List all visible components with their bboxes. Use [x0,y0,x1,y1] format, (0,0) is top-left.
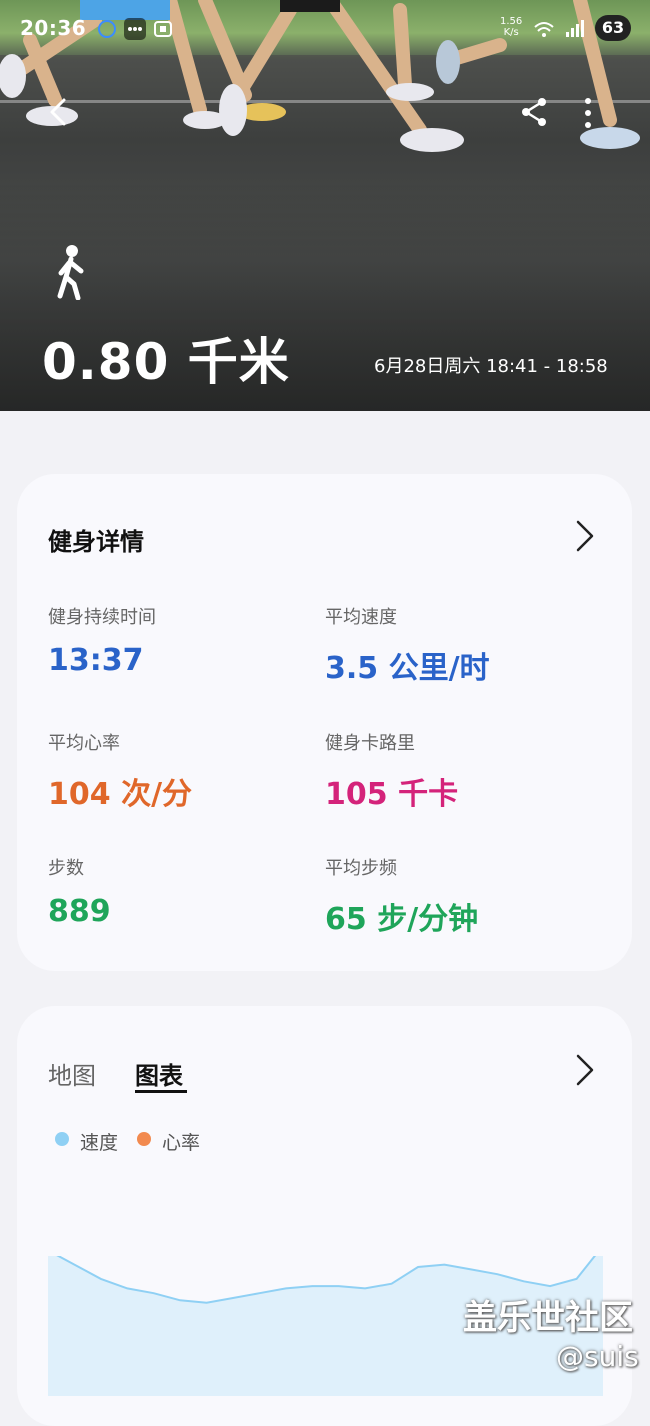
details-title: 健身详情 [48,528,144,556]
workout-details-card[interactable]: 健身详情 健身持续时间 13:37 平均速度 3.5 公里/时 平均心率 104… [17,474,632,971]
share-button[interactable] [518,96,550,132]
metric-label: 健身持续时间 [48,607,156,628]
chevron-right-icon [576,1054,594,1086]
metric-label: 健身卡路里 [325,733,415,754]
battery-indicator: 63 [595,15,631,41]
metric-cadence: 平均步频 65 步/分钟 [325,854,478,938]
wifi-icon [533,18,555,40]
workout-datetime: 6月28日周六 18:41 - 18:58 [374,356,608,377]
back-button[interactable] [44,96,74,132]
chevron-right-icon [576,520,594,552]
details-chevron-button[interactable] [572,518,598,558]
metric-steps: 步数 889 [48,854,111,929]
screenshot-icon [152,18,174,40]
metric-value: 889 [48,894,111,929]
metric-value: 104 次/分 [48,777,193,812]
back-arrow-icon [50,98,66,126]
total-distance: 0.80 千米 [42,333,290,391]
tab-chart[interactable]: 图表 [135,1056,183,1091]
metric-label: 平均步频 [325,858,397,879]
tab-map[interactable]: 地图 [48,1056,96,1091]
network-speed-value: 1.56 [500,16,523,27]
message-icon [124,18,146,40]
watermark-text: 盖乐世社区 [463,1298,633,1338]
status-time: 20:36 [20,16,87,40]
map-chart-card: 地图 图表 速度 心率 [17,1006,632,1426]
metric-value: 65 步/分钟 [325,902,479,937]
metric-label: 平均心率 [48,733,120,754]
metric-avg-heart-rate: 平均心率 104 次/分 [48,729,192,813]
more-options-button[interactable] [580,96,596,134]
metric-duration: 健身持续时间 13:37 [48,603,156,678]
walking-person-icon [52,244,88,304]
metric-value: 13:37 [48,643,144,678]
metric-calories: 健身卡路里 105 千卡 [325,729,458,813]
status-bar: 20:36 1.56 K/s 63 [0,12,650,46]
signal-icon [563,18,585,40]
more-vertical-icon [585,98,591,128]
network-speed: 1.56 K/s [500,16,522,38]
legend-speed-label: 速度 [80,1132,119,1154]
metric-avg-speed: 平均速度 3.5 公里/时 [325,603,490,687]
metric-label: 步数 [48,858,84,879]
watermark-user: @suis [556,1340,639,1373]
legend-heart-rate-label: 心率 [162,1132,201,1154]
active-tab-indicator [135,1090,187,1093]
chart-chevron-button[interactable] [572,1052,598,1092]
legend-speed-dot [55,1132,69,1146]
metric-label: 平均速度 [325,607,397,628]
metric-value: 3.5 公里/时 [325,651,490,686]
metric-value: 105 千卡 [325,777,459,812]
legend-heart-rate-dot [137,1132,151,1146]
network-speed-unit: K/s [503,27,519,38]
share-icon [522,98,546,126]
app-notification-icon [96,18,118,40]
